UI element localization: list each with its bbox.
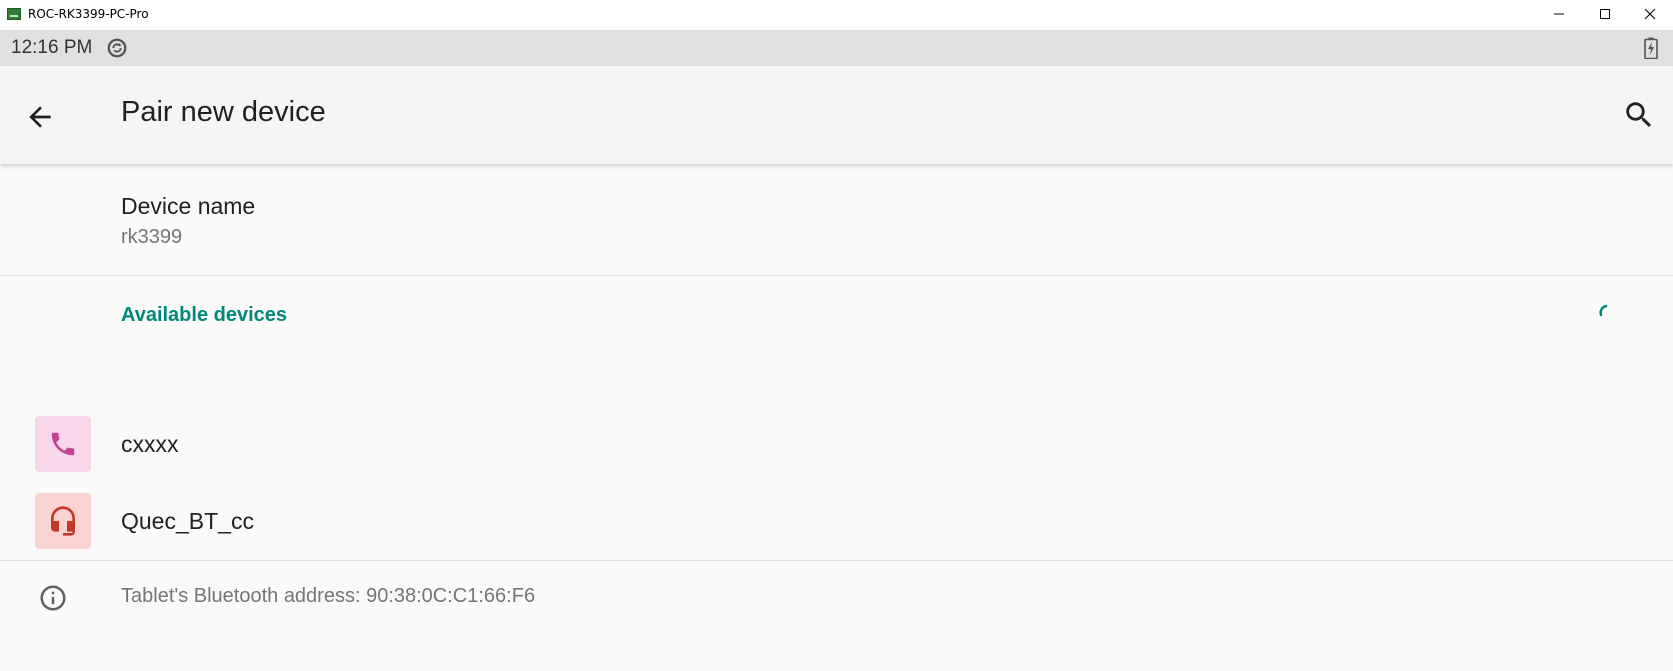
- status-time: 12:16 PM: [11, 37, 93, 58]
- available-devices-header: Available devices: [121, 304, 288, 326]
- progress-spinner-icon: [1599, 304, 1608, 317]
- page-title: Pair new device: [121, 96, 326, 128]
- device-name: cxxxx: [121, 431, 179, 457]
- app-icon: [7, 7, 21, 20]
- phone-icon: [51, 432, 75, 456]
- divider: [0, 275, 1673, 276]
- battery-charging-icon: [1644, 37, 1658, 59]
- device-icon-box: [35, 493, 91, 549]
- window-titlebar: ROC-RK3399-PC-Pro: [0, 0, 1673, 27]
- info-icon: [40, 585, 66, 611]
- window-title: ROC-RK3399-PC-Pro: [28, 6, 149, 21]
- app-bar: Pair new device: [0, 66, 1673, 164]
- device-name-preference[interactable]: Device name rk3399: [0, 164, 1673, 276]
- status-bar: 12:16 PM: [0, 30, 1673, 66]
- list-item-device-cxxxx[interactable]: cxxxx: [0, 404, 1673, 484]
- device-icon-box: [35, 416, 91, 472]
- headset-icon: [51, 506, 75, 536]
- sync-icon: [107, 38, 127, 58]
- arrow-back-icon[interactable]: [24, 101, 56, 133]
- search-icon[interactable]: [1622, 98, 1656, 132]
- list-item-device-quec[interactable]: Quec_BT_cc: [0, 481, 1673, 561]
- bluetooth-address-footer: Tablet's Bluetooth address: 90:38:0C:C1:…: [0, 561, 1673, 634]
- settings-content: Device name rk3399 Available devices cxx…: [0, 164, 1673, 671]
- close-icon[interactable]: [1627, 0, 1673, 27]
- maximize-icon[interactable]: [1582, 0, 1628, 27]
- minimize-icon[interactable]: [1536, 0, 1582, 27]
- device-name-label: Device name: [121, 193, 256, 219]
- bluetooth-address-text: Tablet's Bluetooth address: 90:38:0C:C1:…: [121, 585, 536, 607]
- device-name: Quec_BT_cc: [121, 508, 254, 534]
- device-name-value: rk3399: [121, 226, 183, 248]
